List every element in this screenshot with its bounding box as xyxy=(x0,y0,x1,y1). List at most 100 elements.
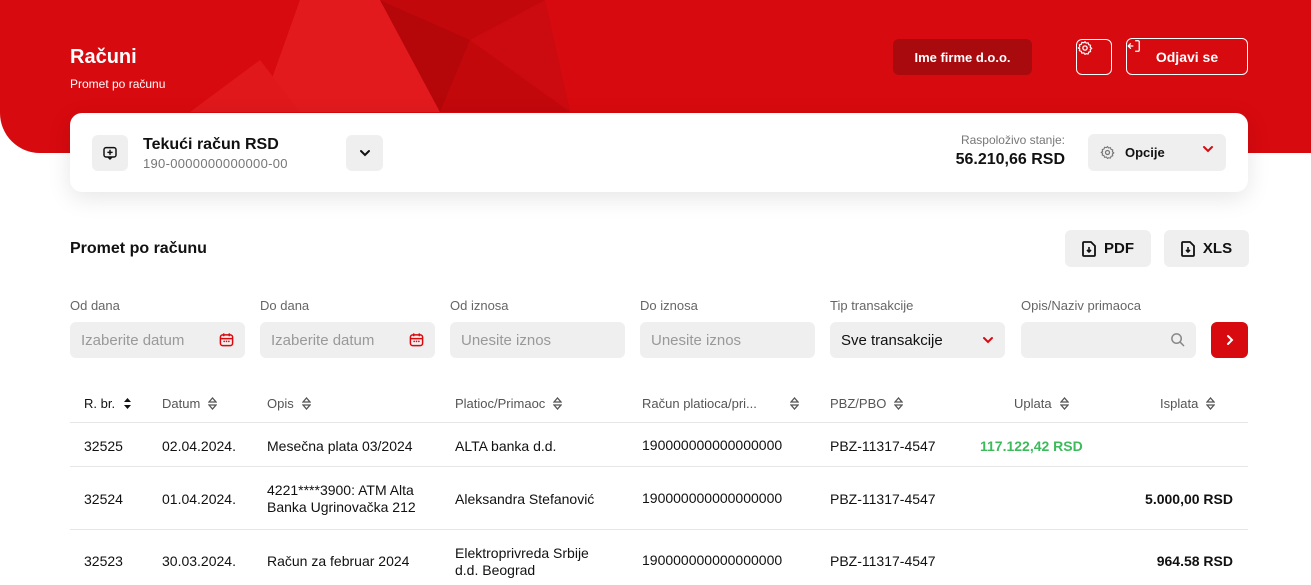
to-date-label: Do dana xyxy=(260,298,310,313)
cell-outgoing: 964.58 RSD xyxy=(1156,553,1233,569)
column-header-label: Uplata xyxy=(1014,396,1052,411)
page-subtitle: Promet po računu xyxy=(70,77,166,91)
to-date-input[interactable]: Izaberite datum xyxy=(260,322,435,358)
balance-value: 56.210,66 RSD xyxy=(955,151,1065,168)
search-input[interactable] xyxy=(1021,322,1196,358)
cell-date: 02.04.2024. xyxy=(162,438,236,454)
account-select-button[interactable] xyxy=(346,135,383,171)
apply-filter-button[interactable] xyxy=(1211,322,1248,358)
cell-description: Račun za februar 2024 xyxy=(267,553,410,569)
column-header-income[interactable]: Uplata xyxy=(1014,396,1069,411)
sort-icon xyxy=(553,397,563,410)
from-date-label: Od dana xyxy=(70,298,120,313)
column-header-label: Račun platioca/pri... xyxy=(642,396,757,411)
cell-pbz: PBZ-11317-4547 xyxy=(830,438,936,454)
cell-date: 30.03.2024. xyxy=(162,553,236,569)
cell-party-line2: d.d. Beograd xyxy=(455,562,536,578)
chevron-down-icon xyxy=(359,150,370,157)
column-header-outgoing[interactable]: Isplata xyxy=(1160,396,1216,411)
to-date-placeholder: Izaberite datum xyxy=(271,331,375,349)
cell-pbz: PBZ-11317-4547 xyxy=(830,491,936,507)
gear-icon xyxy=(1077,41,1093,55)
cell-number: 32524 xyxy=(84,491,123,507)
column-header-label: R. br. xyxy=(84,396,116,411)
file-download-icon xyxy=(1181,240,1195,257)
account-card: Tekući račun RSD 190-0000000000000-00 Ra… xyxy=(70,113,1248,192)
cell-account: 190000000000000000 xyxy=(642,490,783,506)
chevron-right-icon xyxy=(1226,335,1233,345)
column-header-label: Isplata xyxy=(1160,396,1199,411)
gear-icon xyxy=(1100,146,1115,159)
cell-pbz: PBZ-11317-4547 xyxy=(830,553,936,569)
row-divider xyxy=(70,466,1248,467)
to-amount-placeholder: Unesite iznos xyxy=(651,331,742,349)
account-icon-box xyxy=(92,135,128,171)
cell-outgoing: 5.000,00 RSD xyxy=(1145,491,1233,507)
to-amount-label: Do iznosa xyxy=(640,298,698,313)
pdf-export-button[interactable]: PDF xyxy=(1065,230,1151,267)
cell-account: 190000000000000000 xyxy=(642,437,783,453)
xls-export-button[interactable]: XLS xyxy=(1164,230,1249,267)
balance-label: Raspoloživo stanje: xyxy=(960,133,1065,147)
xls-label: XLS xyxy=(1202,240,1233,257)
calendar-icon xyxy=(409,333,424,347)
column-header-pbz[interactable]: PBZ/PBO xyxy=(830,396,904,411)
search-label: Opis/Naziv primaoca xyxy=(1021,298,1141,313)
chevron-down-icon xyxy=(983,337,993,344)
column-header-party[interactable]: Platioc/Primaoc xyxy=(455,396,563,411)
sort-icon xyxy=(1059,397,1069,410)
chevron-down-icon xyxy=(1203,146,1213,153)
sort-icon xyxy=(894,397,904,410)
cell-income: 117.122,42 RSD xyxy=(980,438,1083,454)
wallet-icon xyxy=(103,146,117,161)
account-number: 190-0000000000000-00 xyxy=(143,156,288,171)
options-button[interactable]: Opcije xyxy=(1088,134,1226,171)
to-amount-input[interactable]: Unesite iznos xyxy=(640,322,815,358)
section-title: Promet po računu xyxy=(70,240,207,257)
cell-description: Mesečna plata 03/2024 xyxy=(267,438,413,454)
company-button[interactable]: Ime firme d.o.o. xyxy=(893,39,1032,75)
file-download-icon xyxy=(1082,240,1096,257)
transaction-type-label: Tip transakcije xyxy=(830,298,914,313)
calendar-icon xyxy=(219,333,234,347)
sort-icon xyxy=(1206,397,1216,410)
transaction-type-value: Sve transakcije xyxy=(841,331,943,349)
row-divider xyxy=(70,422,1248,423)
cell-account: 190000000000000000 xyxy=(642,552,783,568)
from-date-placeholder: Izaberite datum xyxy=(81,331,185,349)
logout-label: Odjavi se xyxy=(1155,48,1219,65)
sort-icon xyxy=(208,397,218,410)
column-header-account[interactable]: Račun platioca/pri... xyxy=(642,396,799,411)
cell-date: 01.04.2024. xyxy=(162,491,236,507)
column-header-label: PBZ/PBO xyxy=(830,396,887,411)
cell-number: 32525 xyxy=(84,438,123,454)
from-amount-label: Od iznosa xyxy=(450,298,509,313)
column-header-label: Platioc/Primaoc xyxy=(455,396,546,411)
column-header-date[interactable]: Datum xyxy=(162,396,218,411)
logout-icon xyxy=(1127,40,1140,52)
logout-button[interactable]: Odjavi se xyxy=(1126,38,1248,75)
column-header-description[interactable]: Opis xyxy=(267,396,311,411)
column-header-number[interactable]: R. br. xyxy=(84,396,132,411)
row-divider xyxy=(70,529,1248,530)
from-amount-input[interactable]: Unesite iznos xyxy=(450,322,625,358)
cell-party: ALTA banka d.d. xyxy=(455,438,557,454)
column-header-label: Opis xyxy=(267,396,294,411)
cell-description-line2: Banka Ugrinovačka 212 xyxy=(267,499,416,515)
settings-button[interactable] xyxy=(1076,39,1112,75)
pdf-label: PDF xyxy=(1104,240,1134,257)
transaction-type-select[interactable]: Sve transakcije xyxy=(830,322,1005,358)
from-date-input[interactable]: Izaberite datum xyxy=(70,322,245,358)
cell-description: 4221****3900: ATM Alta xyxy=(267,482,414,498)
page-title: Računi xyxy=(70,46,137,68)
from-amount-placeholder: Unesite iznos xyxy=(461,331,552,349)
sort-icon xyxy=(124,398,132,409)
cell-party: Aleksandra Stefanović xyxy=(455,491,595,507)
search-icon xyxy=(1171,333,1185,347)
options-label: Opcije xyxy=(1125,145,1165,160)
sort-icon xyxy=(301,397,311,410)
account-name: Tekući račun RSD xyxy=(143,136,279,153)
sort-icon xyxy=(790,397,799,410)
cell-party: Elektroprivreda Srbije xyxy=(455,545,589,561)
cell-number: 32523 xyxy=(84,553,123,569)
